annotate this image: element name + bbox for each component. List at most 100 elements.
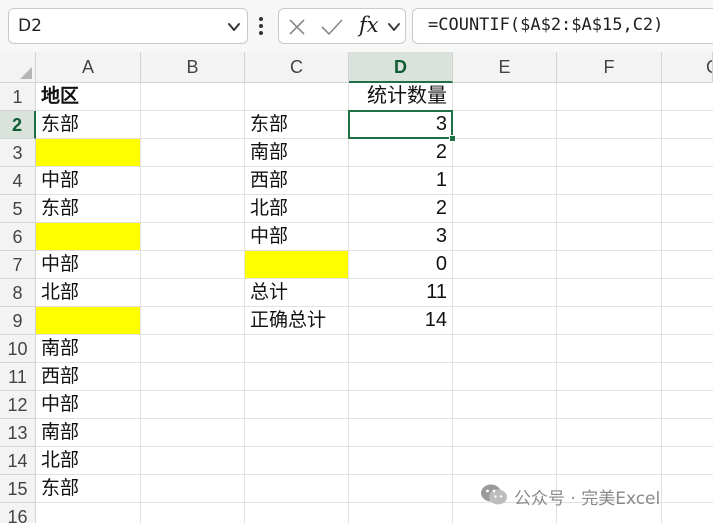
cell-f2[interactable] (557, 111, 662, 139)
cell-f13[interactable] (557, 419, 662, 447)
cell-g3[interactable] (662, 139, 713, 167)
cell-b5[interactable] (141, 195, 245, 223)
cell-d16[interactable] (349, 503, 453, 523)
cell-b1[interactable] (141, 83, 245, 111)
close-icon[interactable] (288, 18, 306, 36)
fill-handle[interactable] (449, 135, 456, 142)
cell-d4[interactable]: 1 (349, 167, 453, 195)
cell-g5[interactable] (662, 195, 713, 223)
cell-c7[interactable] (245, 251, 349, 279)
cell-e4[interactable] (453, 167, 557, 195)
cell-c13[interactable] (245, 419, 349, 447)
cell-a1[interactable]: 地区 (36, 83, 141, 111)
column-header-d[interactable]: D (349, 52, 453, 83)
cell-f10[interactable] (557, 335, 662, 363)
cell-a6[interactable] (36, 223, 141, 251)
check-icon[interactable] (320, 18, 344, 36)
cell-c16[interactable] (245, 503, 349, 523)
cell-c5[interactable]: 北部 (245, 195, 349, 223)
cell-g6[interactable] (662, 223, 713, 251)
cell-g13[interactable] (662, 419, 713, 447)
cell-d2[interactable]: 3 (349, 111, 453, 139)
cell-b7[interactable] (141, 251, 245, 279)
cell-a11[interactable]: 西部 (36, 363, 141, 391)
cell-a5[interactable]: 东部 (36, 195, 141, 223)
vertical-dots-icon[interactable] (258, 16, 264, 36)
row-header-3[interactable]: 3 (0, 139, 36, 167)
column-header-c[interactable]: C (245, 52, 349, 83)
cell-c6[interactable]: 中部 (245, 223, 349, 251)
cell-g2[interactable] (662, 111, 713, 139)
row-header-6[interactable]: 6 (0, 223, 36, 251)
cell-b16[interactable] (141, 503, 245, 523)
cell-a14[interactable]: 北部 (36, 447, 141, 475)
row-header-13[interactable]: 13 (0, 419, 36, 447)
name-box[interactable]: D2 (8, 8, 248, 44)
cell-b12[interactable] (141, 391, 245, 419)
cell-c12[interactable] (245, 391, 349, 419)
cell-a13[interactable]: 南部 (36, 419, 141, 447)
cell-d15[interactable] (349, 475, 453, 503)
cell-f1[interactable] (557, 83, 662, 111)
cell-e12[interactable] (453, 391, 557, 419)
cell-g7[interactable] (662, 251, 713, 279)
cell-e5[interactable] (453, 195, 557, 223)
cell-f8[interactable] (557, 279, 662, 307)
cell-e6[interactable] (453, 223, 557, 251)
cell-e8[interactable] (453, 279, 557, 307)
cell-g15[interactable] (662, 475, 713, 503)
cell-c8[interactable]: 总计 (245, 279, 349, 307)
cell-a2[interactable]: 东部 (36, 111, 141, 139)
row-header-2[interactable]: 2 (0, 111, 36, 139)
column-header-a[interactable]: A (36, 52, 141, 83)
row-header-7[interactable]: 7 (0, 251, 36, 279)
cell-f9[interactable] (557, 307, 662, 335)
row-header-12[interactable]: 12 (0, 391, 36, 419)
cell-b8[interactable] (141, 279, 245, 307)
cell-c9[interactable]: 正确总计 (245, 307, 349, 335)
cell-f7[interactable] (557, 251, 662, 279)
cell-d13[interactable] (349, 419, 453, 447)
cell-g12[interactable] (662, 391, 713, 419)
cell-d14[interactable] (349, 447, 453, 475)
row-header-4[interactable]: 4 (0, 167, 36, 195)
cell-f3[interactable] (557, 139, 662, 167)
cell-d9[interactable]: 14 (349, 307, 453, 335)
cell-a8[interactable]: 北部 (36, 279, 141, 307)
cell-f11[interactable] (557, 363, 662, 391)
row-header-11[interactable]: 11 (0, 363, 36, 391)
cell-b11[interactable] (141, 363, 245, 391)
select-all-button[interactable] (0, 52, 36, 83)
cell-d5[interactable]: 2 (349, 195, 453, 223)
row-header-15[interactable]: 15 (0, 475, 36, 503)
row-header-1[interactable]: 1 (0, 83, 36, 111)
row-header-14[interactable]: 14 (0, 447, 36, 475)
cell-a15[interactable]: 东部 (36, 475, 141, 503)
cell-e13[interactable] (453, 419, 557, 447)
column-header-b[interactable]: B (141, 52, 245, 83)
cell-f14[interactable] (557, 447, 662, 475)
cell-b14[interactable] (141, 447, 245, 475)
cell-a3[interactable] (36, 139, 141, 167)
cell-d6[interactable]: 3 (349, 223, 453, 251)
cell-d12[interactable] (349, 391, 453, 419)
cell-b10[interactable] (141, 335, 245, 363)
insert-function-button[interactable]: fx (359, 13, 379, 37)
cell-c1[interactable] (245, 83, 349, 111)
row-header-9[interactable]: 9 (0, 307, 36, 335)
cell-b6[interactable] (141, 223, 245, 251)
chevron-down-icon[interactable] (387, 20, 401, 34)
cell-b9[interactable] (141, 307, 245, 335)
cell-g16[interactable] (662, 503, 713, 523)
cell-c10[interactable] (245, 335, 349, 363)
cell-a7[interactable]: 中部 (36, 251, 141, 279)
cell-e1[interactable] (453, 83, 557, 111)
row-header-8[interactable]: 8 (0, 279, 36, 307)
cell-g11[interactable] (662, 363, 713, 391)
cell-d10[interactable] (349, 335, 453, 363)
cell-e10[interactable] (453, 335, 557, 363)
cell-c4[interactable]: 西部 (245, 167, 349, 195)
cell-e11[interactable] (453, 363, 557, 391)
row-header-10[interactable]: 10 (0, 335, 36, 363)
cell-g10[interactable] (662, 335, 713, 363)
